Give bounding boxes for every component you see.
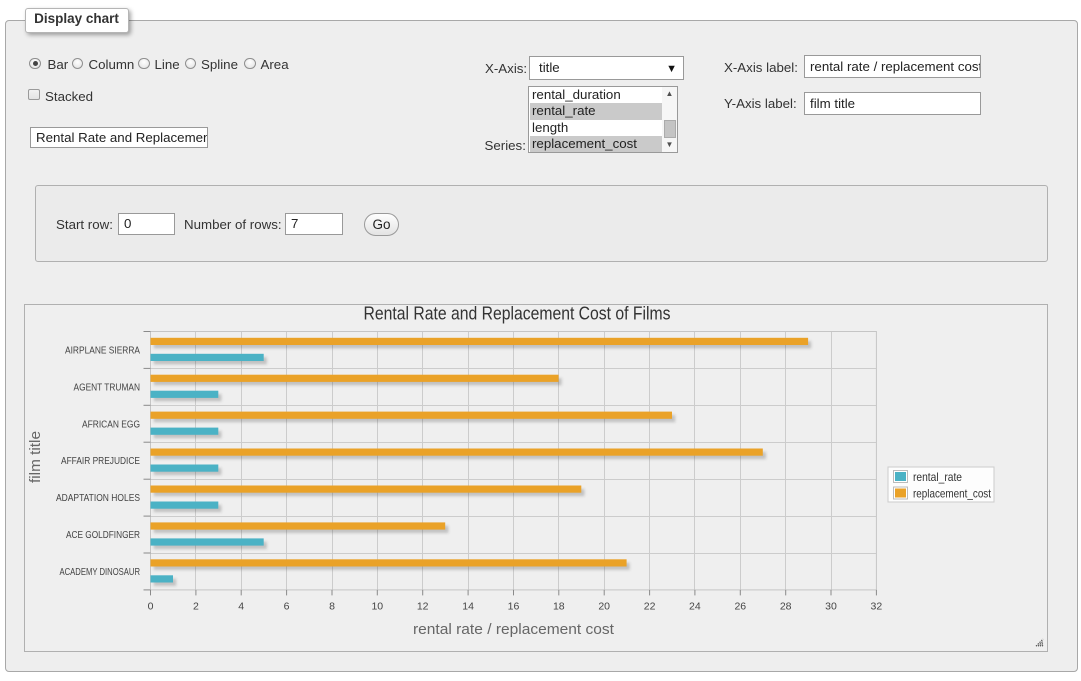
svg-text:12: 12 — [417, 601, 429, 613]
svg-text:ACE GOLDFINGER: ACE GOLDFINGER — [66, 529, 140, 541]
svg-text:2: 2 — [193, 601, 199, 613]
svg-text:6: 6 — [284, 601, 290, 613]
svg-text:rental_rate: rental_rate — [913, 470, 962, 484]
svg-text:28: 28 — [780, 601, 792, 613]
svg-text:10: 10 — [371, 601, 383, 613]
svg-text:14: 14 — [462, 601, 474, 613]
svg-text:Rental Rate and Replacement Co: Rental Rate and Replacement Cost of Film… — [364, 305, 671, 324]
svg-text:26: 26 — [734, 601, 746, 613]
svg-text:ADAPTATION HOLES: ADAPTATION HOLES — [56, 492, 140, 504]
svg-text:32: 32 — [871, 601, 883, 613]
svg-text:rental rate / replacement cost: rental rate / replacement cost — [413, 621, 615, 638]
svg-text:30: 30 — [825, 601, 837, 613]
svg-text:film title: film title — [27, 431, 44, 483]
svg-text:4: 4 — [238, 601, 244, 613]
svg-text:20: 20 — [598, 601, 610, 613]
svg-text:ACADEMY DINOSAUR: ACADEMY DINOSAUR — [60, 566, 141, 578]
svg-text:AGENT TRUMAN: AGENT TRUMAN — [74, 381, 141, 393]
svg-text:0: 0 — [148, 601, 154, 613]
svg-text:16: 16 — [508, 601, 520, 613]
svg-text:8: 8 — [329, 601, 335, 613]
svg-text:replacement_cost: replacement_cost — [913, 487, 992, 501]
svg-text:22: 22 — [644, 601, 656, 613]
svg-text:18: 18 — [553, 601, 565, 613]
svg-text:24: 24 — [689, 601, 701, 613]
svg-text:AFFAIR PREJUDICE: AFFAIR PREJUDICE — [61, 455, 140, 467]
svg-text:AFRICAN EGG: AFRICAN EGG — [82, 418, 140, 430]
svg-text:AIRPLANE SIERRA: AIRPLANE SIERRA — [65, 345, 140, 357]
